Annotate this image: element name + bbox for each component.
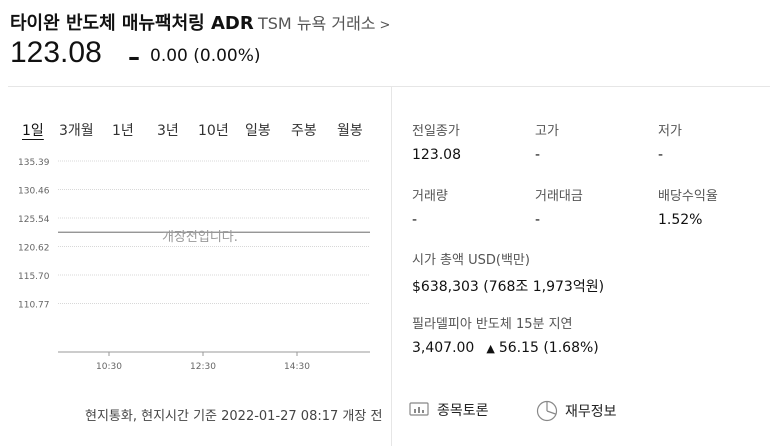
- market-cap-value: $638,303 (768조 1,973억원): [412, 279, 605, 295]
- change-symbol: –: [128, 43, 140, 71]
- chart-svg: 135.39 130.46 125.54 120.62 115.70 110.77 10:3…: [18, 158, 370, 372]
- y-tick-label: 125.54: [18, 215, 50, 225]
- header-divider: [8, 86, 770, 87]
- price-chart: 135.39 130.46 125.54 120.62 115.70 110.77 10:3…: [18, 150, 378, 375]
- market-cap: 시가 총액 USD(백만) $638,303 (768조 1,973억원): [412, 249, 772, 296]
- market-closed-message: 개장전입니다.: [162, 230, 238, 245]
- prev-close-value: 123.08: [412, 147, 461, 163]
- turnover-label: 거래대금: [535, 189, 583, 204]
- x-tick-label: 10:30: [96, 362, 122, 372]
- volume-label: 거래량: [412, 189, 448, 204]
- market-cap-label: 시가 총액 USD(백만): [412, 253, 530, 268]
- tab-monthly[interactable]: 월봉: [337, 120, 363, 140]
- column-divider: [391, 87, 392, 446]
- ticker-exchange: TSM 뉴욕 거래소: [258, 14, 376, 33]
- y-tick-label: 120.62: [18, 244, 50, 254]
- financials-label: 재무정보: [565, 404, 617, 420]
- dividend-label: 배당수익율: [658, 189, 718, 204]
- x-tick-label: 14:30: [284, 362, 310, 372]
- tab-3y[interactable]: 3년: [157, 120, 179, 140]
- stat-volume: 거래량 -: [412, 185, 532, 228]
- discussion-label: 종목토론: [437, 403, 489, 419]
- tab-weekly[interactable]: 주봉: [291, 120, 317, 140]
- timestamp-note: 현지통화, 현지시간 기준 2022-01-27 08:17 개장 전: [85, 409, 383, 424]
- sox-label: 필라델피아 반도체 15분 지연: [412, 317, 573, 332]
- tab-1y[interactable]: 1년: [112, 120, 134, 140]
- quote-row: 123.08 – 0.00 (0.00%): [10, 36, 410, 76]
- tab-1d[interactable]: 1일: [22, 120, 44, 140]
- low-label: 저가: [658, 124, 682, 139]
- tab-daily[interactable]: 일봉: [245, 120, 271, 140]
- pie-chart-icon: [536, 400, 558, 422]
- stat-dividend: 배당수익율 1.52%: [658, 185, 773, 228]
- turnover-value: -: [535, 212, 541, 228]
- y-tick-label: 110.77: [18, 301, 50, 311]
- chevron-right-icon: >: [379, 18, 391, 33]
- high-value: -: [535, 147, 541, 163]
- financials-button[interactable]: 재무정보: [535, 400, 617, 422]
- chart-bubble-icon: [409, 402, 429, 416]
- discussion-button[interactable]: 종목토론: [409, 400, 489, 420]
- prev-close-label: 전일종가: [412, 124, 460, 139]
- tab-3m[interactable]: 3개월: [59, 120, 94, 140]
- current-price: 123.08: [10, 36, 102, 69]
- stat-turnover: 거래대금 -: [535, 185, 655, 228]
- volume-value: -: [412, 212, 418, 228]
- stat-high: 고가 -: [535, 120, 655, 163]
- y-tick-label: 115.70: [18, 272, 50, 282]
- tab-10y[interactable]: 10년: [198, 120, 229, 140]
- low-value: -: [658, 147, 664, 163]
- sox-index: 필라델피아 반도체 15분 지연 3,407.00 ▲ 56.15 (1.68%): [412, 313, 772, 356]
- price-change: 0.00 (0.00%): [150, 46, 261, 66]
- header: 타이완 반도체 매뉴팩처링 ADR TSM 뉴욕 거래소 >: [10, 6, 770, 36]
- y-tick-label: 130.46: [18, 187, 50, 197]
- high-label: 고가: [535, 124, 559, 139]
- y-tick-label: 135.39: [18, 158, 50, 168]
- exchange-link[interactable]: TSM 뉴욕 거래소 >: [258, 10, 390, 34]
- dividend-value: 1.52%: [658, 212, 703, 228]
- stat-low: 저가 -: [658, 120, 773, 163]
- up-triangle-icon: ▲: [486, 342, 495, 355]
- stock-title: 타이완 반도체 매뉴팩처링 ADR: [10, 13, 254, 34]
- stat-prev-close: 전일종가 123.08: [412, 120, 532, 163]
- sox-change: 56.15 (1.68%): [498, 340, 599, 356]
- x-tick-label: 12:30: [190, 362, 216, 372]
- sox-values: 3,407.00 ▲ 56.15 (1.68%): [412, 340, 772, 356]
- sox-value: 3,407.00: [412, 340, 475, 356]
